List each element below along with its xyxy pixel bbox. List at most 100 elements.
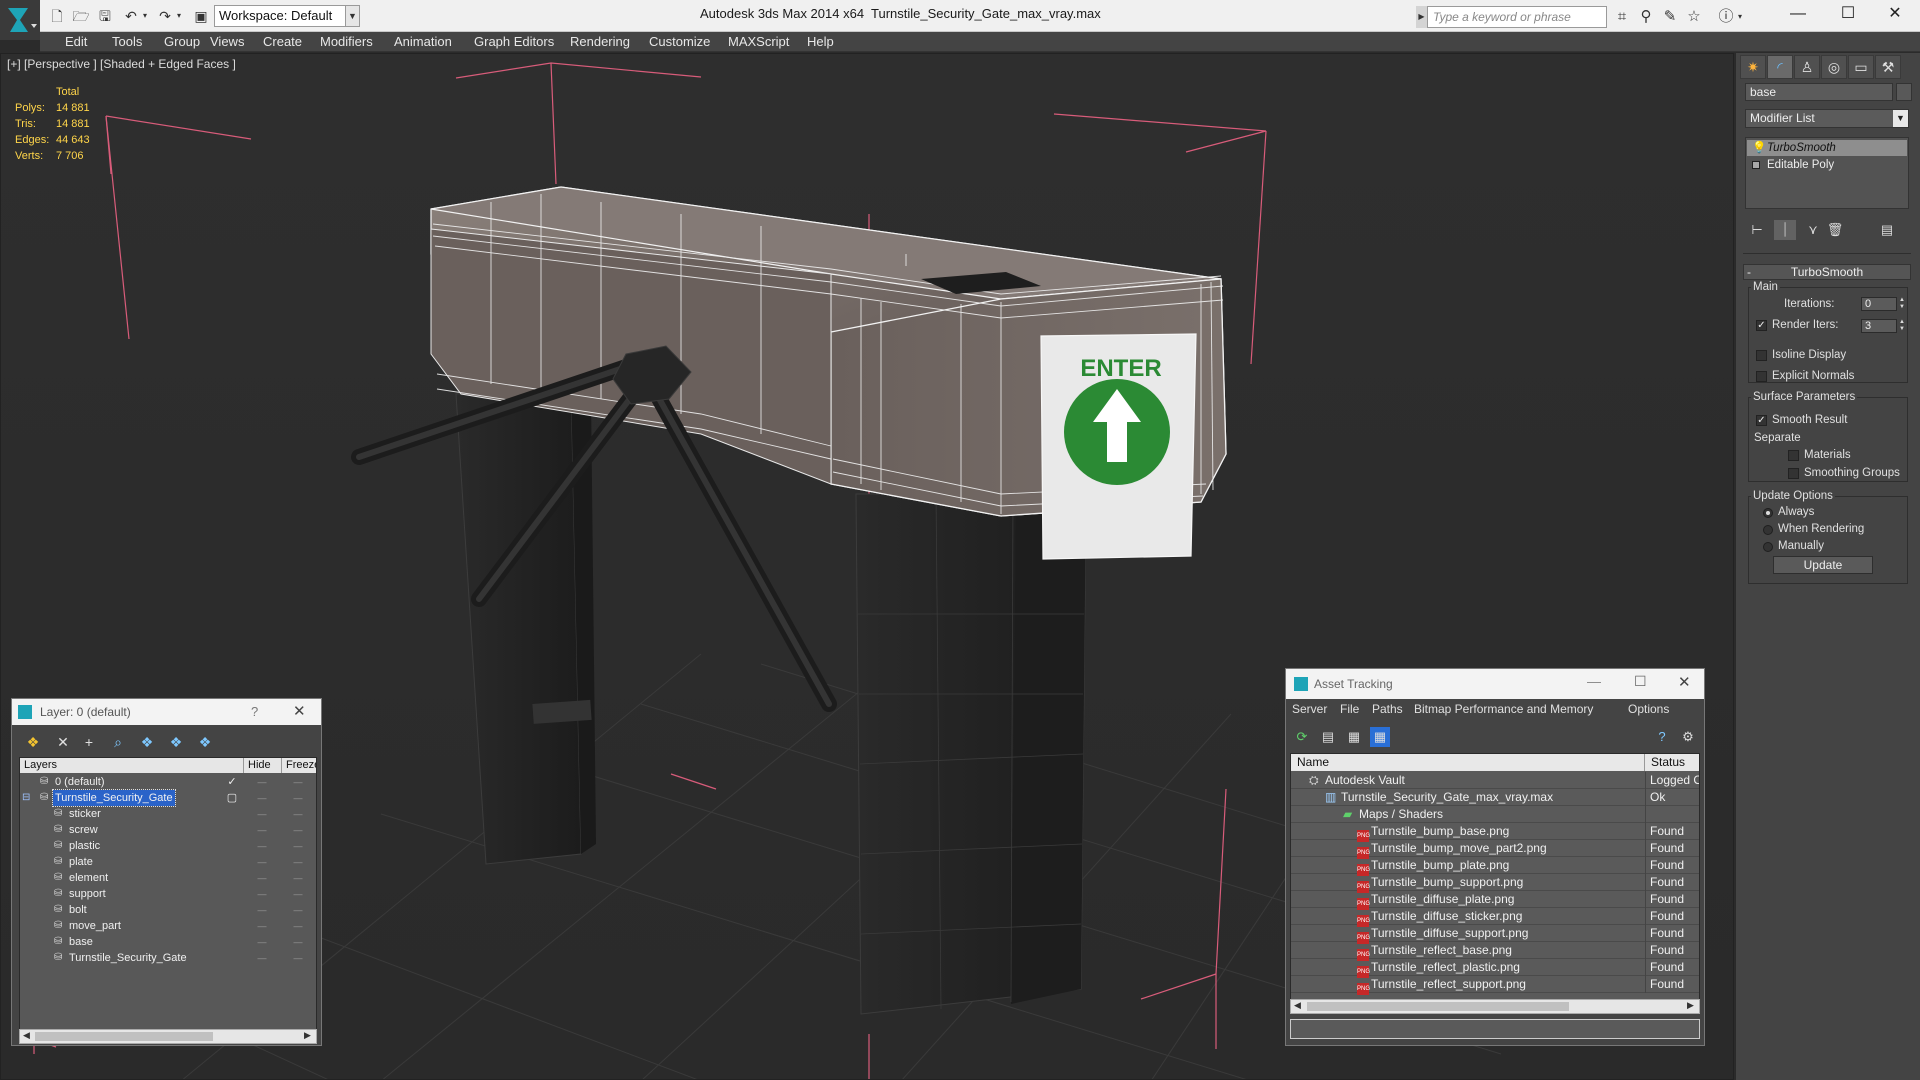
asset-row[interactable]: ▰ Maps / Shaders xyxy=(1291,806,1699,823)
menu-views[interactable]: Views xyxy=(210,32,244,52)
workspace-select[interactable]: Workspace: Default xyxy=(214,5,346,27)
help-question-icon[interactable]: ? xyxy=(1652,727,1672,747)
hide-toggle[interactable]: — xyxy=(256,838,268,854)
asset-menu-server[interactable]: Server xyxy=(1292,702,1327,716)
freeze-toggle[interactable]: — xyxy=(292,806,304,822)
layer-row[interactable]: ⛁ move_part — — xyxy=(20,918,316,934)
menu-help[interactable]: Help xyxy=(807,32,834,52)
asset-horizontal-scrollbar[interactable]: ◀ ▶ xyxy=(1290,999,1700,1014)
list-view-icon[interactable]: ▤ xyxy=(1318,727,1338,747)
asset-row[interactable]: PNGTurnstile_diffuse_plate.png Found xyxy=(1291,891,1699,910)
asset-maximize-button[interactable]: ☐ xyxy=(1634,673,1647,690)
freeze-toggle[interactable]: — xyxy=(292,886,304,902)
freeze-toggle[interactable]: — xyxy=(292,950,304,966)
communication-icon[interactable]: ✎ xyxy=(1661,8,1679,26)
asset-row[interactable]: PNGTurnstile_bump_support.png Found xyxy=(1291,874,1699,893)
make-unique-icon[interactable]: ⋎ xyxy=(1802,220,1824,240)
hide-toggle[interactable]: — xyxy=(256,870,268,886)
help-icon[interactable]: ⓘ xyxy=(1717,8,1735,26)
remove-modifier-icon[interactable]: 🗑 xyxy=(1824,220,1846,240)
object-color-swatch[interactable] xyxy=(1896,83,1912,101)
select-objects-icon[interactable]: ⌕ xyxy=(107,731,129,753)
modifier-list-arrow-icon[interactable]: ▼ xyxy=(1893,110,1908,127)
configure-sets-icon[interactable]: ▤ xyxy=(1876,220,1898,240)
grid-view-icon[interactable]: ▦ xyxy=(1370,727,1390,747)
object-name-field[interactable]: base xyxy=(1745,83,1893,101)
freeze-toggle[interactable]: — xyxy=(292,822,304,838)
layer-close-button[interactable]: ✕ xyxy=(293,702,306,720)
project-folder-icon[interactable]: ▣ xyxy=(192,7,210,25)
expand-toggle-icon[interactable] xyxy=(1752,161,1760,169)
hide-toggle[interactable]: — xyxy=(256,886,268,902)
hide-toggle[interactable]: — xyxy=(256,790,268,806)
add-to-layer-icon[interactable]: + xyxy=(78,731,100,753)
when-rendering-radio[interactable] xyxy=(1763,525,1773,535)
freeze-toggle[interactable]: — xyxy=(292,934,304,950)
create-layer-icon[interactable]: ❖ xyxy=(22,731,44,753)
layer-horizontal-scrollbar[interactable]: ◀ ▶ xyxy=(19,1029,317,1044)
hide-toggle[interactable]: — xyxy=(256,774,268,790)
asset-settings-icon[interactable]: ⚙ xyxy=(1678,727,1698,747)
always-radio[interactable] xyxy=(1763,508,1773,518)
render-iters-spinner[interactable]: ▲ ▼ xyxy=(1898,319,1906,333)
asset-row[interactable]: PNGTurnstile_diffuse_sticker.png Found xyxy=(1291,908,1699,927)
asset-scroll-thumb[interactable] xyxy=(1307,1002,1569,1011)
smooth-result-checkbox[interactable]: ✓ xyxy=(1756,415,1767,426)
pin-stack-icon[interactable]: ⊢ xyxy=(1746,220,1768,240)
asset-scroll-left-icon[interactable]: ◀ xyxy=(1294,1000,1301,1011)
asset-row[interactable]: ⛭ Autodesk Vault Logged O xyxy=(1291,772,1699,789)
undo-dropdown-icon[interactable]: ▾ xyxy=(140,7,150,25)
freeze-toggle[interactable]: — xyxy=(292,854,304,870)
motion-tab-icon[interactable]: ◎ xyxy=(1821,55,1847,79)
hide-toggle[interactable]: — xyxy=(256,854,268,870)
stack-item-turbosmooth[interactable]: 💡 TurboSmooth xyxy=(1747,140,1907,156)
new-file-icon[interactable]: 🗋 xyxy=(48,7,66,25)
asset-path-field[interactable] xyxy=(1290,1019,1700,1039)
hide-toggle[interactable]: — xyxy=(256,902,268,918)
explicit-normals-checkbox[interactable] xyxy=(1756,371,1767,382)
iterations-field[interactable]: 0 xyxy=(1861,297,1897,311)
hide-toggle[interactable]: — xyxy=(256,918,268,934)
asset-row[interactable]: PNGTurnstile_reflect_base.png Found xyxy=(1291,942,1699,961)
hide-toggle[interactable]: — xyxy=(256,806,268,822)
materials-checkbox[interactable] xyxy=(1788,450,1799,461)
search-expand-icon[interactable]: ▶ xyxy=(1416,6,1427,28)
asset-close-button[interactable]: ✕ xyxy=(1678,673,1691,691)
layer-row[interactable]: ⛁ plastic — — xyxy=(20,838,316,854)
col-status[interactable]: Status xyxy=(1645,754,1699,771)
layer-row[interactable]: ⊟ ⛁ Turnstile_Security_Gate ▢ — — xyxy=(20,789,316,807)
asset-row[interactable]: ▥ Turnstile_Security_Gate_max_vray.max Ok xyxy=(1291,789,1699,806)
layer-row[interactable]: ⛁ base — — xyxy=(20,934,316,950)
delete-layer-icon[interactable]: ✕ xyxy=(52,731,74,753)
menu-edit[interactable]: Edit xyxy=(65,32,87,52)
close-window-button[interactable]: ✕ xyxy=(1872,0,1918,28)
save-file-icon[interactable]: 🖫 xyxy=(96,7,114,25)
layer-row[interactable]: ⛁ 0 (default) ✓ — — xyxy=(20,774,316,790)
app-logo-icon[interactable] xyxy=(0,0,40,40)
subscription-icon[interactable]: ⚲ xyxy=(1637,8,1655,26)
modify-tab-icon[interactable]: ◜ xyxy=(1767,55,1793,79)
workspace-dropdown-icon[interactable]: ▼ xyxy=(346,5,360,27)
stack-item-editable-poly[interactable]: Editable Poly xyxy=(1747,157,1907,173)
menu-group[interactable]: Group xyxy=(164,32,200,52)
favorites-star-icon[interactable]: ☆ xyxy=(1685,8,1703,26)
freeze-toggle[interactable]: — xyxy=(292,870,304,886)
menu-maxscript[interactable]: MAXScript xyxy=(728,32,789,52)
render-iters-checkbox[interactable]: ✓ xyxy=(1756,320,1767,331)
layer-row[interactable]: ⛁ element — — xyxy=(20,870,316,886)
layer-row[interactable]: ⛁ bolt — — xyxy=(20,902,316,918)
col-freeze[interactable]: Freeze xyxy=(282,758,316,773)
highlight-layer-icon[interactable]: ❖ xyxy=(136,731,158,753)
hide-all-layers-icon[interactable]: ❖ xyxy=(165,731,187,753)
hide-toggle[interactable]: — xyxy=(256,934,268,950)
binoculars-icon[interactable]: ⌗ xyxy=(1613,8,1631,26)
col-hide[interactable]: Hide xyxy=(244,758,282,773)
open-file-icon[interactable]: 🗁 xyxy=(72,7,90,25)
minimize-window-button[interactable]: — xyxy=(1775,0,1821,28)
modifier-list-dropdown[interactable]: Modifier List xyxy=(1745,109,1909,128)
layer-row[interactable]: ⛁ Turnstile_Security_Gate — — xyxy=(20,950,316,966)
freeze-toggle[interactable]: — xyxy=(292,902,304,918)
manually-radio[interactable] xyxy=(1763,542,1773,552)
search-input[interactable]: Type a keyword or phrase xyxy=(1427,6,1607,28)
menu-customize[interactable]: Customize xyxy=(649,32,710,52)
